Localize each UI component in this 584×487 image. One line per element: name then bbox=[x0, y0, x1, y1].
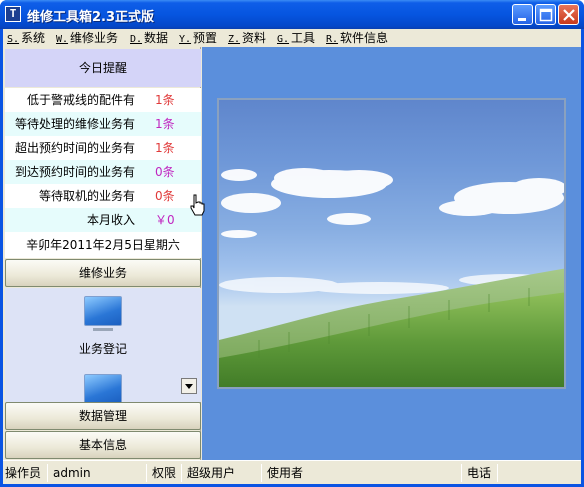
operator-label: 操作员 bbox=[5, 466, 42, 480]
scroll-down-button[interactable] bbox=[181, 378, 197, 394]
menu-repair[interactable]: W. 维修业务 bbox=[56, 30, 118, 46]
reminder-label: 超出预约时间的业务有 bbox=[14, 141, 135, 155]
operator-value: admin bbox=[53, 466, 91, 480]
menu-bar: S. 系统 W. 维修业务 D. 数据 Y. 预置 Z. 资料 G. 工具 R. 软件信息 bbox=[3, 29, 581, 47]
monitor-stand bbox=[93, 328, 113, 331]
title-bar[interactable]: T 维修工具箱2.3正式版 bbox=[0, 0, 584, 29]
reminder-count: 0条 bbox=[155, 189, 175, 203]
content-area bbox=[202, 47, 581, 460]
group-repair-button[interactable]: 维修业务 bbox=[5, 259, 201, 287]
window-title: 维修工具箱2.3正式版 bbox=[27, 10, 155, 25]
client-area: S. 系统 W. 维修业务 D. 数据 Y. 预置 Z. 资料 G. 工具 R. 软件信息 今… bbox=[3, 29, 581, 484]
status-divider bbox=[146, 464, 147, 482]
menu-label: 维修业务 bbox=[70, 31, 119, 45]
current-date: 辛卯年2011年2月5日星期六 bbox=[5, 232, 201, 258]
monitor-icon[interactable] bbox=[84, 374, 122, 402]
menu-label: 预置 bbox=[193, 31, 218, 45]
status-divider bbox=[181, 464, 182, 482]
reminder-count: 1条 bbox=[155, 117, 175, 131]
menu-docs[interactable]: Z. 资料 bbox=[228, 30, 266, 46]
menu-label: 工具 bbox=[291, 31, 316, 45]
reminder-count: 1条 bbox=[155, 93, 175, 107]
monitor-icon bbox=[84, 296, 122, 326]
minimize-button[interactable] bbox=[512, 4, 533, 25]
permission-label: 权限 bbox=[152, 466, 177, 480]
app-window: T 维修工具箱2.3正式版 S. 系统 W. 维修业务 D. 数据 Y. 预置 Z. 资料… bbox=[0, 0, 584, 487]
reminder-count: 0条 bbox=[155, 165, 175, 179]
minimize-icon bbox=[518, 18, 526, 21]
menu-accel: D. bbox=[130, 34, 143, 45]
status-bar: 操作员 admin 权限 超级用户 使用者 电话 bbox=[3, 460, 581, 484]
menu-accel: Y. bbox=[179, 34, 192, 45]
menu-system[interactable]: S. 系统 bbox=[7, 30, 45, 46]
reminder-label: 本月收入 bbox=[86, 213, 135, 227]
reminder-row[interactable]: 本月收入 ￥0 bbox=[5, 208, 201, 232]
menu-tools[interactable]: G. 工具 bbox=[277, 30, 315, 46]
status-divider bbox=[497, 464, 498, 482]
maximize-button[interactable] bbox=[535, 4, 556, 25]
status-divider bbox=[47, 464, 48, 482]
group-basic-button[interactable]: 基本信息 bbox=[5, 431, 201, 459]
user-label: 使用者 bbox=[267, 466, 304, 480]
menu-accel: S. bbox=[7, 34, 20, 45]
menu-about[interactable]: R. 软件信息 bbox=[326, 30, 388, 46]
menu-preset[interactable]: Y. 预置 bbox=[179, 30, 217, 46]
reminder-row[interactable]: 等待取机的业务有 0条 bbox=[5, 184, 201, 208]
reminder-count: ￥0 bbox=[155, 213, 175, 227]
menu-label: 数据 bbox=[144, 31, 169, 45]
reminder-count: 1条 bbox=[155, 141, 175, 155]
maximize-icon bbox=[539, 8, 553, 22]
app-icon: T bbox=[5, 6, 21, 22]
menu-accel: Z. bbox=[228, 34, 241, 45]
menu-label: 软件信息 bbox=[340, 31, 389, 45]
menu-accel: W. bbox=[56, 34, 69, 45]
menu-accel: R. bbox=[326, 34, 339, 45]
reminder-label: 等待处理的维修业务有 bbox=[14, 117, 135, 131]
close-icon bbox=[563, 9, 575, 21]
reminder-row[interactable]: 等待处理的维修业务有 1条 bbox=[5, 112, 201, 136]
sidebar: 今日提醒 低于警戒线的配件有 1条 等待处理的维修业务有 1条 超出预约时间的业… bbox=[3, 47, 201, 460]
close-button[interactable] bbox=[558, 4, 579, 25]
menu-label: 资料 bbox=[242, 31, 267, 45]
nav-item-label: 业务登记 bbox=[78, 342, 127, 356]
reminder-label: 等待取机的业务有 bbox=[38, 189, 135, 203]
menu-data[interactable]: D. 数据 bbox=[130, 30, 168, 46]
reminder-label: 到达预约时间的业务有 bbox=[14, 165, 135, 179]
landscape-image bbox=[217, 98, 566, 389]
hand-cursor-icon bbox=[190, 194, 205, 216]
permission-value: 超级用户 bbox=[187, 466, 236, 480]
reminder-row[interactable]: 超出预约时间的业务有 1条 bbox=[5, 136, 201, 160]
menu-label: 系统 bbox=[21, 31, 46, 45]
reminder-title: 今日提醒 bbox=[5, 49, 201, 87]
reminder-row[interactable]: 低于警戒线的配件有 1条 bbox=[5, 88, 201, 112]
status-divider bbox=[261, 464, 262, 482]
repair-group-panel: 业务登记 bbox=[5, 288, 201, 402]
reminder-label: 低于警戒线的配件有 bbox=[26, 93, 135, 107]
menu-accel: G. bbox=[277, 34, 290, 45]
landscape-art bbox=[219, 168, 564, 387]
phone-label: 电话 bbox=[467, 466, 492, 480]
reminder-row[interactable]: 到达预约时间的业务有 0条 bbox=[5, 160, 201, 184]
status-divider bbox=[461, 464, 462, 482]
group-data-button[interactable]: 数据管理 bbox=[5, 402, 201, 430]
chevron-down-icon bbox=[185, 384, 193, 389]
